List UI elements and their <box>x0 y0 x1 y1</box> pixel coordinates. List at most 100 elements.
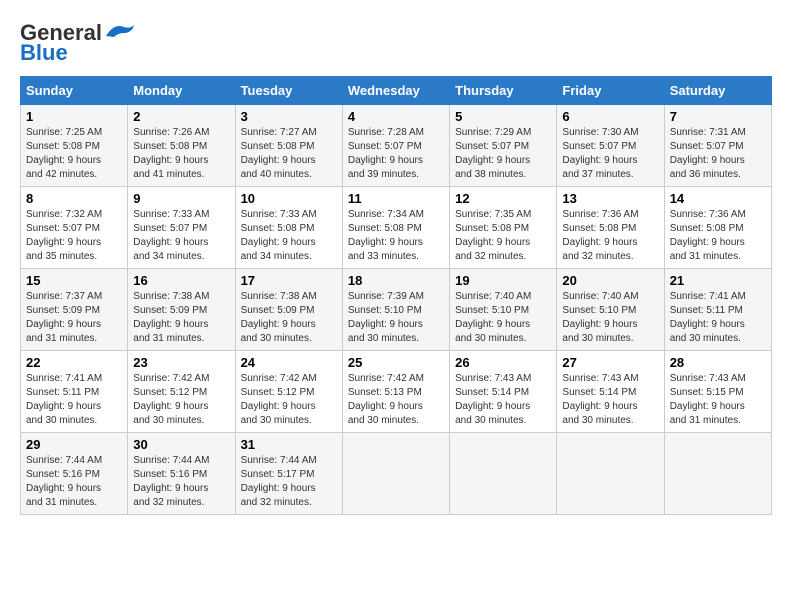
day-cell: 20 Sunrise: 7:40 AMSunset: 5:10 PMDaylig… <box>557 269 664 351</box>
day-info: Sunrise: 7:44 AMSunset: 5:16 PMDaylight:… <box>133 455 209 508</box>
day-info: Sunrise: 7:36 AMSunset: 5:08 PMDaylight:… <box>670 209 746 262</box>
week-row-5: 29 Sunrise: 7:44 AMSunset: 5:16 PMDaylig… <box>21 433 772 515</box>
day-cell: 24 Sunrise: 7:42 AMSunset: 5:12 PMDaylig… <box>235 351 342 433</box>
day-cell: 7 Sunrise: 7:31 AMSunset: 5:07 PMDayligh… <box>664 105 771 187</box>
day-info: Sunrise: 7:40 AMSunset: 5:10 PMDaylight:… <box>455 291 531 344</box>
day-info: Sunrise: 7:42 AMSunset: 5:12 PMDaylight:… <box>241 373 317 426</box>
day-number: 26 <box>455 355 551 370</box>
day-number: 25 <box>348 355 444 370</box>
day-cell <box>664 433 771 515</box>
header-tuesday: Tuesday <box>235 77 342 105</box>
day-cell: 28 Sunrise: 7:43 AMSunset: 5:15 PMDaylig… <box>664 351 771 433</box>
day-cell: 8 Sunrise: 7:32 AMSunset: 5:07 PMDayligh… <box>21 187 128 269</box>
day-info: Sunrise: 7:33 AMSunset: 5:07 PMDaylight:… <box>133 209 209 262</box>
day-cell: 17 Sunrise: 7:38 AMSunset: 5:09 PMDaylig… <box>235 269 342 351</box>
week-row-4: 22 Sunrise: 7:41 AMSunset: 5:11 PMDaylig… <box>21 351 772 433</box>
day-cell: 10 Sunrise: 7:33 AMSunset: 5:08 PMDaylig… <box>235 187 342 269</box>
day-cell: 11 Sunrise: 7:34 AMSunset: 5:08 PMDaylig… <box>342 187 449 269</box>
day-number: 27 <box>562 355 658 370</box>
day-info: Sunrise: 7:26 AMSunset: 5:08 PMDaylight:… <box>133 127 209 180</box>
day-number: 16 <box>133 273 229 288</box>
day-info: Sunrise: 7:28 AMSunset: 5:07 PMDaylight:… <box>348 127 424 180</box>
day-number: 13 <box>562 191 658 206</box>
day-number: 6 <box>562 109 658 124</box>
logo: General Blue <box>20 20 136 66</box>
header-monday: Monday <box>128 77 235 105</box>
day-info: Sunrise: 7:37 AMSunset: 5:09 PMDaylight:… <box>26 291 102 344</box>
day-number: 3 <box>241 109 337 124</box>
day-number: 14 <box>670 191 766 206</box>
day-number: 10 <box>241 191 337 206</box>
day-info: Sunrise: 7:42 AMSunset: 5:12 PMDaylight:… <box>133 373 209 426</box>
day-cell: 27 Sunrise: 7:43 AMSunset: 5:14 PMDaylig… <box>557 351 664 433</box>
day-info: Sunrise: 7:31 AMSunset: 5:07 PMDaylight:… <box>670 127 746 180</box>
day-cell: 18 Sunrise: 7:39 AMSunset: 5:10 PMDaylig… <box>342 269 449 351</box>
day-number: 17 <box>241 273 337 288</box>
day-info: Sunrise: 7:33 AMSunset: 5:08 PMDaylight:… <box>241 209 317 262</box>
day-number: 15 <box>26 273 122 288</box>
day-info: Sunrise: 7:41 AMSunset: 5:11 PMDaylight:… <box>26 373 102 426</box>
day-info: Sunrise: 7:29 AMSunset: 5:07 PMDaylight:… <box>455 127 531 180</box>
day-cell <box>450 433 557 515</box>
day-cell <box>557 433 664 515</box>
day-cell: 14 Sunrise: 7:36 AMSunset: 5:08 PMDaylig… <box>664 187 771 269</box>
day-info: Sunrise: 7:41 AMSunset: 5:11 PMDaylight:… <box>670 291 746 344</box>
day-cell: 30 Sunrise: 7:44 AMSunset: 5:16 PMDaylig… <box>128 433 235 515</box>
day-number: 29 <box>26 437 122 452</box>
day-cell: 3 Sunrise: 7:27 AMSunset: 5:08 PMDayligh… <box>235 105 342 187</box>
day-info: Sunrise: 7:40 AMSunset: 5:10 PMDaylight:… <box>562 291 638 344</box>
week-row-2: 8 Sunrise: 7:32 AMSunset: 5:07 PMDayligh… <box>21 187 772 269</box>
day-cell: 22 Sunrise: 7:41 AMSunset: 5:11 PMDaylig… <box>21 351 128 433</box>
day-number: 31 <box>241 437 337 452</box>
day-info: Sunrise: 7:32 AMSunset: 5:07 PMDaylight:… <box>26 209 102 262</box>
day-number: 4 <box>348 109 444 124</box>
header-saturday: Saturday <box>664 77 771 105</box>
day-cell: 29 Sunrise: 7:44 AMSunset: 5:16 PMDaylig… <box>21 433 128 515</box>
day-cell: 16 Sunrise: 7:38 AMSunset: 5:09 PMDaylig… <box>128 269 235 351</box>
day-cell: 12 Sunrise: 7:35 AMSunset: 5:08 PMDaylig… <box>450 187 557 269</box>
day-cell <box>342 433 449 515</box>
day-cell: 4 Sunrise: 7:28 AMSunset: 5:07 PMDayligh… <box>342 105 449 187</box>
day-info: Sunrise: 7:43 AMSunset: 5:14 PMDaylight:… <box>455 373 531 426</box>
day-info: Sunrise: 7:35 AMSunset: 5:08 PMDaylight:… <box>455 209 531 262</box>
day-cell: 9 Sunrise: 7:33 AMSunset: 5:07 PMDayligh… <box>128 187 235 269</box>
calendar-table: SundayMondayTuesdayWednesdayThursdayFrid… <box>20 76 772 515</box>
day-info: Sunrise: 7:38 AMSunset: 5:09 PMDaylight:… <box>241 291 317 344</box>
day-number: 2 <box>133 109 229 124</box>
header-thursday: Thursday <box>450 77 557 105</box>
day-number: 12 <box>455 191 551 206</box>
day-cell: 25 Sunrise: 7:42 AMSunset: 5:13 PMDaylig… <box>342 351 449 433</box>
logo-bird-icon <box>104 21 136 41</box>
day-info: Sunrise: 7:36 AMSunset: 5:08 PMDaylight:… <box>562 209 638 262</box>
day-number: 20 <box>562 273 658 288</box>
day-cell: 21 Sunrise: 7:41 AMSunset: 5:11 PMDaylig… <box>664 269 771 351</box>
day-info: Sunrise: 7:43 AMSunset: 5:14 PMDaylight:… <box>562 373 638 426</box>
day-number: 22 <box>26 355 122 370</box>
day-cell: 31 Sunrise: 7:44 AMSunset: 5:17 PMDaylig… <box>235 433 342 515</box>
day-cell: 6 Sunrise: 7:30 AMSunset: 5:07 PMDayligh… <box>557 105 664 187</box>
day-number: 21 <box>670 273 766 288</box>
day-cell: 19 Sunrise: 7:40 AMSunset: 5:10 PMDaylig… <box>450 269 557 351</box>
day-number: 8 <box>26 191 122 206</box>
day-number: 1 <box>26 109 122 124</box>
day-cell: 15 Sunrise: 7:37 AMSunset: 5:09 PMDaylig… <box>21 269 128 351</box>
week-row-1: 1 Sunrise: 7:25 AMSunset: 5:08 PMDayligh… <box>21 105 772 187</box>
day-info: Sunrise: 7:25 AMSunset: 5:08 PMDaylight:… <box>26 127 102 180</box>
day-number: 11 <box>348 191 444 206</box>
day-number: 19 <box>455 273 551 288</box>
day-number: 18 <box>348 273 444 288</box>
header-sunday: Sunday <box>21 77 128 105</box>
day-info: Sunrise: 7:34 AMSunset: 5:08 PMDaylight:… <box>348 209 424 262</box>
day-info: Sunrise: 7:42 AMSunset: 5:13 PMDaylight:… <box>348 373 424 426</box>
day-number: 24 <box>241 355 337 370</box>
logo-blue: Blue <box>20 40 68 66</box>
day-info: Sunrise: 7:27 AMSunset: 5:08 PMDaylight:… <box>241 127 317 180</box>
day-number: 30 <box>133 437 229 452</box>
day-cell: 2 Sunrise: 7:26 AMSunset: 5:08 PMDayligh… <box>128 105 235 187</box>
day-cell: 23 Sunrise: 7:42 AMSunset: 5:12 PMDaylig… <box>128 351 235 433</box>
day-number: 7 <box>670 109 766 124</box>
page-header: General Blue <box>20 20 772 66</box>
day-info: Sunrise: 7:30 AMSunset: 5:07 PMDaylight:… <box>562 127 638 180</box>
day-cell: 26 Sunrise: 7:43 AMSunset: 5:14 PMDaylig… <box>450 351 557 433</box>
day-number: 28 <box>670 355 766 370</box>
